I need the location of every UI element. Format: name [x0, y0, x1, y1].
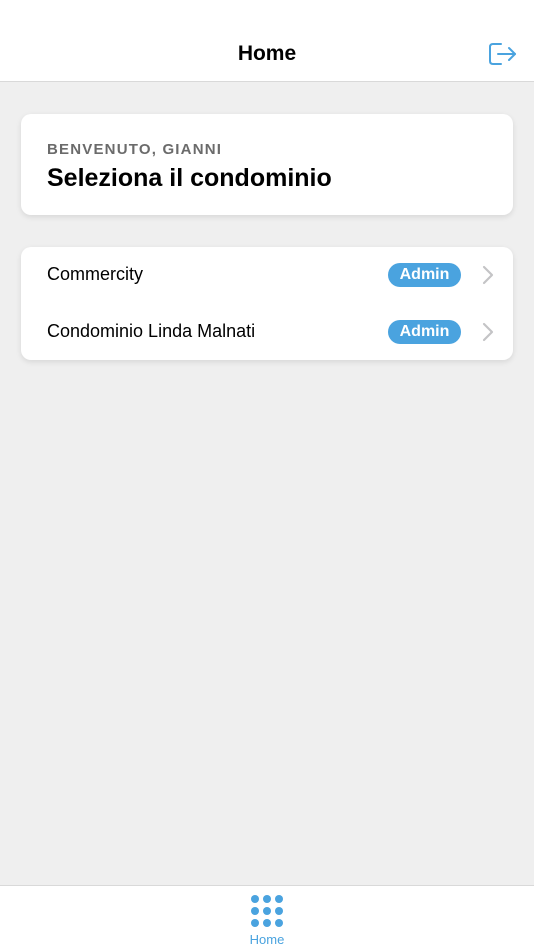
grid-dots-icon [251, 895, 283, 927]
logout-icon [489, 43, 516, 65]
tab-home[interactable]: Home [227, 890, 307, 948]
chevron-right-icon [482, 322, 494, 342]
role-badge: Admin [388, 263, 461, 287]
main-content: BENVENUTO, GIANNI Seleziona il condomini… [0, 82, 534, 885]
logout-button[interactable] [486, 38, 520, 70]
tab-home-label: Home [249, 932, 285, 947]
navigation-bar: Home [0, 0, 534, 82]
welcome-card: BENVENUTO, GIANNI Seleziona il condomini… [21, 114, 513, 215]
list-item-name: Condominio Linda Malnati [47, 321, 256, 341]
welcome-title: Seleziona il condominio [47, 164, 332, 192]
page-title: Home [237, 42, 297, 65]
list-item-commercity[interactable]: Commercity Admin [21, 247, 513, 303]
tab-bar: Home [0, 885, 534, 950]
chevron-right-icon [482, 265, 494, 285]
list-item-condominio-linda-malnati[interactable]: Condominio Linda Malnati Admin [21, 304, 513, 360]
role-badge: Admin [388, 320, 461, 344]
list-item-name: Commercity [47, 264, 144, 284]
condominium-list: Commercity Admin Condominio Linda Malnat… [21, 247, 513, 360]
welcome-subtitle: BENVENUTO, GIANNI [47, 141, 223, 158]
